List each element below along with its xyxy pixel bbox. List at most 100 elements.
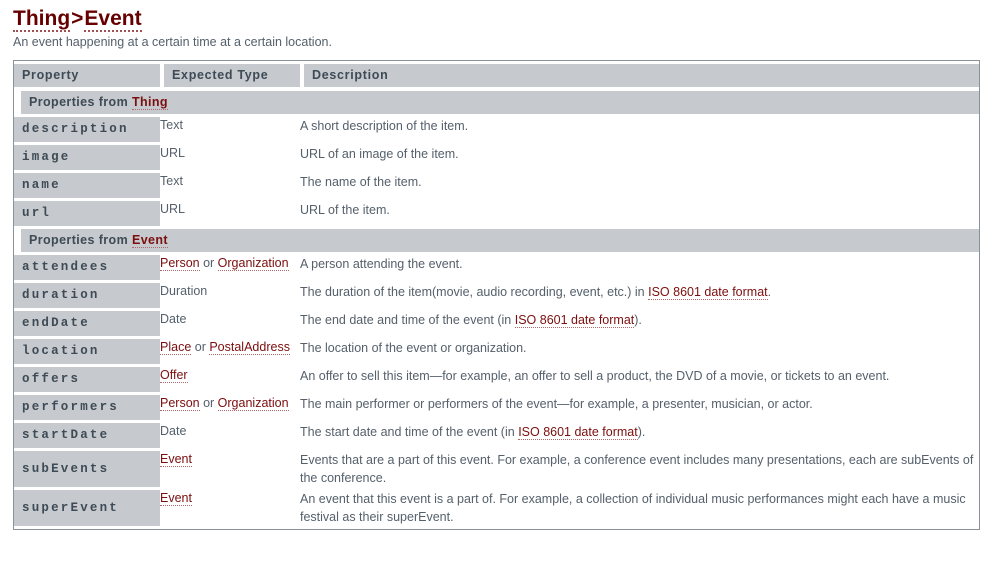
property-cell: location — [14, 339, 160, 367]
description-cell: A person attending the event. — [300, 255, 979, 283]
section-label-link[interactable]: Thing — [131, 95, 168, 110]
description-text: Events that are a part of this event. Fo… — [300, 453, 974, 485]
expected-type-cell: Text — [160, 117, 300, 145]
description-cell: An event that this event is a part of. F… — [300, 490, 979, 529]
description-text: A short description of the item. — [300, 119, 469, 133]
page-subtitle: An event happening at a certain time at … — [13, 35, 332, 49]
expected-type-cell: Place or PostalAddress — [160, 339, 300, 367]
column-header-expected-type: Expected Type — [160, 61, 300, 91]
column-header-expected-type-label: Expected Type — [164, 64, 300, 87]
expected-type-cell: Person or Organization — [160, 395, 300, 423]
breadcrumb-separator: > — [71, 7, 84, 30]
description-cell: URL of the item. — [300, 201, 979, 229]
description-link[interactable]: ISO 8601 date format — [514, 313, 635, 328]
section-cell: Properties from Event — [14, 229, 979, 255]
property-name: offers — [14, 367, 160, 392]
property-name: startDate — [14, 423, 160, 448]
property-cell: startDate — [14, 423, 160, 451]
property-name: subEvents — [14, 451, 160, 487]
expected-type-text: URL — [160, 146, 186, 160]
column-header-property-label: Property — [14, 64, 160, 87]
description-cell: The duration of the item(movie, audio re… — [300, 283, 979, 311]
expected-type-text: URL — [160, 202, 186, 216]
table-row: subEvents Event Events that are a part of … — [14, 451, 979, 490]
table-row: duration Duration The duration of the item… — [14, 283, 979, 311]
description-cell: Events that are a part of this event. Fo… — [300, 451, 979, 490]
section-row: Properties from Thing — [14, 91, 979, 117]
schema-page: Thing>Event An event happening at a cert… — [0, 0, 993, 568]
expected-type-cell: Text — [160, 173, 300, 201]
expected-type-link[interactable]: Place — [160, 340, 192, 355]
schema-properties-table: Property Expected Type Description Prope… — [13, 60, 980, 530]
property-name: endDate — [14, 311, 160, 336]
column-header-description: Description — [300, 61, 979, 91]
property-name: superEvent — [14, 490, 160, 526]
description-cell: The end date and time of the event (in I… — [300, 311, 979, 339]
description-link[interactable]: ISO 8601 date format — [518, 425, 638, 440]
expected-type-link[interactable]: PostalAddress — [209, 340, 290, 355]
description-cell: An offer to sell this item—for example, … — [300, 367, 979, 395]
description-text: The main performer or performers of the … — [300, 397, 813, 411]
breadcrumb-link-thing[interactable]: Thing — [13, 7, 71, 32]
expected-type-text: Date — [160, 424, 187, 438]
table-row: startDate Date The start date and time of … — [14, 423, 979, 451]
expected-type-cell: URL — [160, 145, 300, 173]
description-cell: The main performer or performers of the … — [300, 395, 979, 423]
expected-type-cell: Duration — [160, 283, 300, 311]
table-row: attendees Person or Organization A person … — [14, 255, 979, 283]
expected-type-cell: Offer — [160, 367, 300, 395]
table-row: endDate Date The end date and time of the … — [14, 311, 979, 339]
expected-type-cell: Event — [160, 451, 300, 490]
description-text: An event that this event is a part of. F… — [300, 492, 966, 524]
expected-type-text: Date — [160, 312, 187, 326]
property-name: location — [14, 339, 160, 364]
property-name: description — [14, 117, 160, 142]
expected-type-text: or — [191, 340, 210, 354]
expected-type-text: Text — [160, 174, 183, 188]
expected-type-link[interactable]: Offer — [160, 368, 188, 383]
expected-type-cell: Event — [160, 490, 300, 529]
section-label-prefix: Properties from — [29, 233, 132, 247]
description-text: URL of the item. — [300, 203, 390, 217]
expected-type-link[interactable]: Person — [160, 256, 200, 271]
property-cell: offers — [14, 367, 160, 395]
expected-type-text: Text — [160, 118, 183, 132]
breadcrumb-link-event[interactable]: Event — [84, 7, 142, 32]
expected-type-cell: Date — [160, 311, 300, 339]
description-text: The start date and time of the event (in — [300, 425, 519, 439]
description-cell: A short description of the item. — [300, 117, 979, 145]
table-body: Properties from Thing description Text A sh… — [14, 91, 979, 529]
section-label-prefix: Properties from — [29, 95, 132, 109]
description-cell: The location of the event or organizatio… — [300, 339, 979, 367]
expected-type-link[interactable]: Organization — [217, 396, 289, 411]
property-cell: image — [14, 145, 160, 173]
expected-type-text: or — [199, 396, 218, 410]
description-text: The name of the item. — [300, 175, 422, 189]
expected-type-text: Duration — [160, 284, 208, 298]
table-row: name Text The name of the item. — [14, 173, 979, 201]
description-text: . — [767, 285, 772, 299]
expected-type-cell: Person or Organization — [160, 255, 300, 283]
property-cell: url — [14, 201, 160, 229]
table-header: Property Expected Type Description — [14, 61, 979, 91]
column-header-property: Property — [14, 61, 160, 91]
table-row: offers Offer An offer to sell this item—fo… — [14, 367, 979, 395]
expected-type-link[interactable]: Event — [160, 491, 192, 506]
description-cell: URL of an image of the item. — [300, 145, 979, 173]
description-text: URL of an image of the item. — [300, 147, 459, 161]
expected-type-text: or — [199, 256, 218, 270]
property-cell: attendees — [14, 255, 160, 283]
expected-type-link[interactable]: Person — [160, 396, 200, 411]
table-row: url URL URL of the item. — [14, 201, 979, 229]
page-title: Thing>Event — [13, 7, 993, 32]
description-cell: The name of the item. — [300, 173, 979, 201]
expected-type-link[interactable]: Event — [160, 452, 192, 467]
property-name: duration — [14, 283, 160, 308]
property-name: attendees — [14, 255, 160, 280]
section-label: Properties from Thing — [21, 91, 979, 114]
description-link[interactable]: ISO 8601 date format — [648, 285, 768, 300]
section-label-link[interactable]: Event — [131, 233, 168, 248]
expected-type-link[interactable]: Organization — [217, 256, 289, 271]
property-cell: name — [14, 173, 160, 201]
property-cell: superEvent — [14, 490, 160, 529]
